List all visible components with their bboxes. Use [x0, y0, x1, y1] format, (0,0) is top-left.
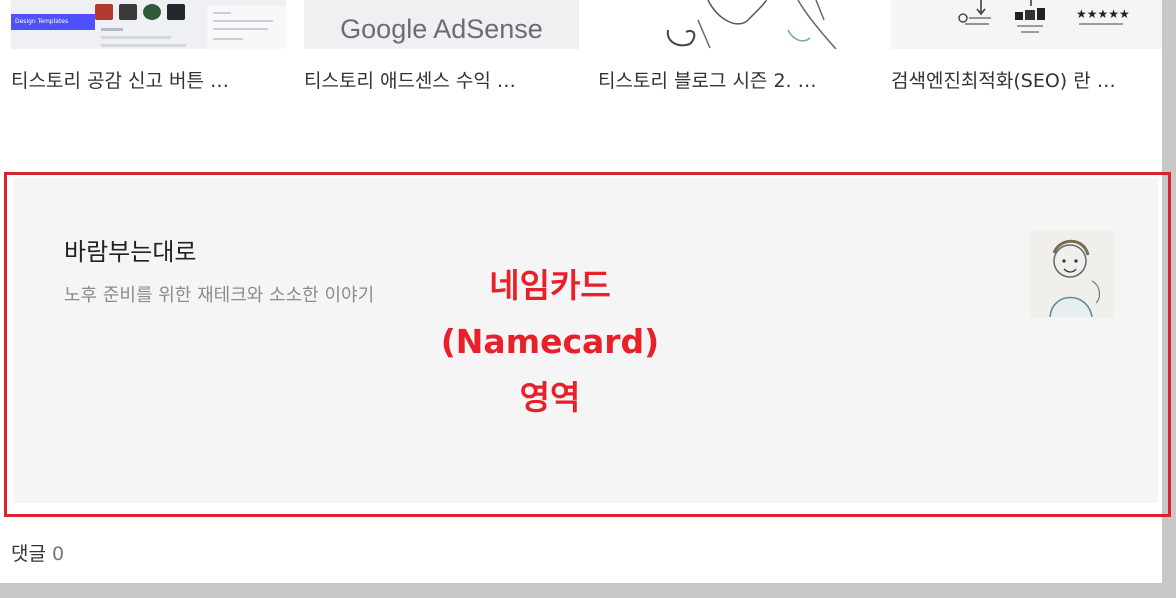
thumbnail-caption: Design Templates — [11, 14, 95, 30]
post-title[interactable]: 검색엔진최적화(SEO) 란 … — [891, 66, 1166, 93]
post-title[interactable]: 티스토리 애드센스 수익 … — [304, 66, 579, 93]
post-title[interactable]: 티스토리 블로그 시즌 2. … — [598, 66, 873, 93]
post-title[interactable]: 티스토리 공감 신고 버튼 … — [11, 66, 286, 93]
top-border — [0, 0, 1176, 14]
related-posts: Design Templates 티스토리 공감 신고 버튼 … Google … — [0, 0, 1166, 100]
comments-header[interactable]: 댓글 0 — [11, 539, 64, 566]
comments-label: 댓글 — [11, 543, 46, 565]
comments-count: 0 — [52, 543, 65, 565]
adsense-logo-text: Google AdSense — [340, 14, 543, 44]
namecard-highlight-frame — [4, 172, 1171, 517]
bottom-border — [0, 583, 1176, 598]
